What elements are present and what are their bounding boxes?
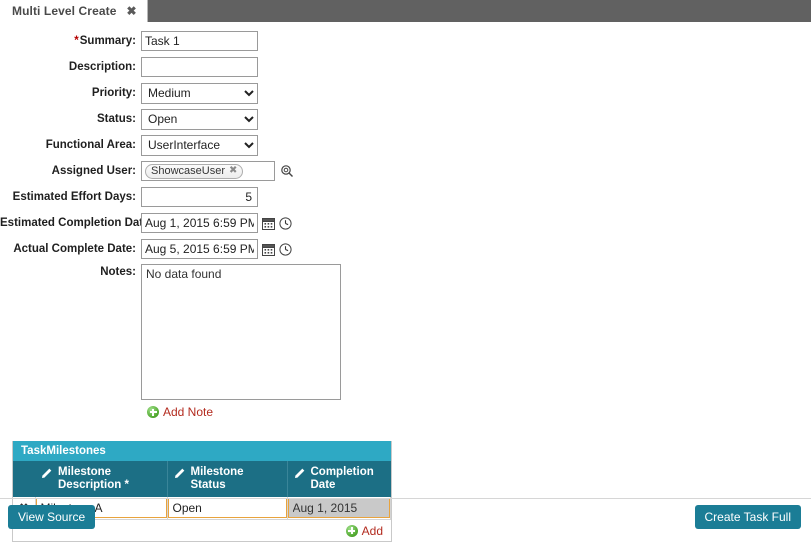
label-estimated-effort-days: Estimated Effort Days:: [12, 191, 136, 203]
label-status: Status:: [97, 113, 136, 125]
field-row-summary: *Summary:: [0, 30, 811, 52]
pencil-icon: [41, 467, 53, 483]
view-source-button[interactable]: View Source: [8, 505, 96, 529]
label-estimated-completion-date: Estimated Completion Date:: [0, 217, 154, 229]
tab-bar: Multi Level Create ✖: [0, 0, 811, 22]
field-row-estimated-effort-days: Estimated Effort Days:: [0, 186, 811, 208]
required-marker-summary: *: [74, 35, 79, 47]
notes-panel[interactable]: No data found: [141, 264, 341, 400]
header-milestone-description-label: Milestone Description *: [58, 466, 129, 491]
calendar-icon[interactable]: [261, 242, 275, 257]
field-row-functional-area: Functional Area: UserInterface: [0, 134, 811, 156]
header-completion-date[interactable]: Completion Date: [287, 461, 391, 497]
calendar-icon[interactable]: [261, 216, 275, 231]
clock-icon[interactable]: [278, 216, 292, 231]
field-row-status: Status: Open: [0, 108, 811, 130]
header-delete-col: [13, 461, 35, 497]
tab-label: Multi Level Create: [12, 4, 117, 18]
add-note-label: Add Note: [163, 405, 214, 419]
table-header-row: Milestone Description * Milestone Status: [13, 461, 391, 497]
label-assigned-user: Assigned User:: [51, 165, 136, 177]
footer-bar: View Source Create Task Full: [0, 503, 811, 533]
header-completion-date-label: Completion Date: [310, 466, 374, 491]
label-notes: Notes:: [100, 266, 136, 278]
description-input[interactable]: [141, 57, 258, 77]
actual-complete-date-input[interactable]: [141, 239, 258, 259]
assigned-user-input[interactable]: ShowcaseUser ✖: [141, 161, 275, 181]
search-lookup-icon[interactable]: [280, 164, 294, 178]
create-task-form: *Summary: Description: Priority: Medium …: [0, 22, 811, 419]
field-row-actual-complete-date: Actual Complete Date:: [0, 238, 811, 260]
notes-empty-text: No data found: [146, 267, 222, 281]
assigned-user-token[interactable]: ShowcaseUser ✖: [145, 163, 244, 179]
remove-token-icon[interactable]: ✖: [229, 166, 237, 176]
label-priority: Priority:: [91, 87, 136, 99]
priority-select[interactable]: Medium: [141, 82, 258, 104]
assigned-user-token-label: ShowcaseUser: [151, 165, 225, 177]
field-row-estimated-completion-date: Estimated Completion Date:: [0, 212, 811, 234]
close-icon[interactable]: ✖: [126, 5, 138, 17]
add-note-link[interactable]: Add Note: [147, 405, 811, 419]
pencil-icon: [294, 467, 306, 483]
plus-circle-icon: [147, 406, 159, 418]
estimated-effort-days-input[interactable]: [141, 187, 258, 207]
clock-icon[interactable]: [278, 242, 292, 257]
header-milestone-status[interactable]: Milestone Status: [167, 461, 288, 497]
grid-title: TaskMilestones: [13, 441, 391, 461]
status-select[interactable]: Open: [141, 108, 258, 130]
tab-multi-level-create[interactable]: Multi Level Create ✖: [0, 0, 148, 22]
functional-area-select[interactable]: UserInterface: [141, 134, 258, 156]
label-actual-complete-date: Actual Complete Date:: [13, 243, 136, 255]
header-milestone-status-label: Milestone Status: [190, 466, 244, 491]
create-task-full-button[interactable]: Create Task Full: [694, 505, 801, 529]
field-row-description: Description:: [0, 56, 811, 78]
label-description: Description:: [68, 61, 136, 73]
pencil-icon: [174, 467, 186, 483]
field-row-notes: Notes: No data found: [0, 264, 811, 400]
label-summary: *Summary:: [74, 35, 136, 47]
footer-divider: [0, 498, 811, 499]
field-row-assigned-user: Assigned User: ShowcaseUser ✖: [0, 160, 811, 182]
header-milestone-description[interactable]: Milestone Description *: [35, 461, 168, 497]
label-functional-area: Functional Area:: [45, 139, 136, 151]
estimated-completion-date-input[interactable]: [141, 213, 258, 233]
summary-input[interactable]: [141, 31, 258, 51]
field-row-priority: Priority: Medium: [0, 82, 811, 104]
